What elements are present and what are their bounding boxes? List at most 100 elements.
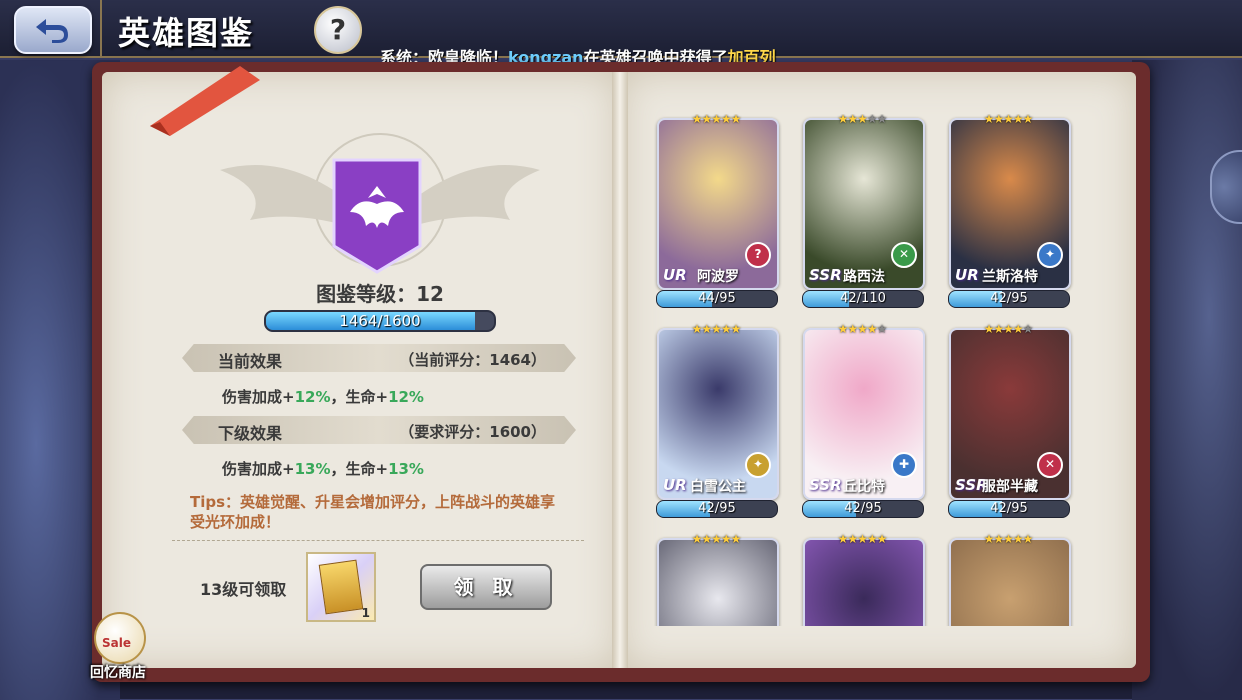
hero-progress-bar: 42/95 (948, 290, 1070, 308)
current-effect-header: 当前效果 （当前评分：1464） (182, 344, 576, 372)
current-effect-text: 伤害加成+12%，生命+12% (222, 386, 424, 407)
hero-portrait-frame: SSR 路西法 ✕ (803, 118, 925, 290)
hero-progress-bar: 42/95 (802, 500, 924, 518)
star-icon: ★ (1012, 114, 1024, 126)
hero-progress-text: 42/95 (990, 501, 1028, 516)
hero-portrait-frame (949, 538, 1071, 626)
hero-card[interactable]: UR 兰斯洛特 ✦ ★★★★★ 42/95 (946, 114, 1071, 314)
star-icon: ★ (730, 114, 742, 126)
hero-stars: ★★★★★ (654, 114, 778, 126)
reward-label: 13级可领取 (200, 580, 287, 599)
star-icon: ★ (866, 322, 878, 336)
next-dmg-label: 伤害加成+ (222, 460, 295, 478)
hero-stars: ★★★★★ (946, 532, 1070, 546)
next-effect-header: 下级效果 （要求评分：1600） (182, 416, 576, 444)
hero-card[interactable]: SSR 丘比特 ✚ ★★★★★ 42/95 (800, 322, 925, 524)
hero-name: 服部半藏 (982, 479, 1038, 495)
reward-quantity: 1 (361, 606, 370, 620)
star-icon: ★ (866, 532, 878, 546)
hero-card[interactable]: SSR 服部半藏 ✕ ★★★★★ 42/95 (946, 322, 1071, 524)
hero-portrait-frame (803, 538, 925, 626)
hero-class-icon: ✦ (1037, 242, 1063, 268)
next-effect-title: 下级效果 (218, 424, 283, 443)
hero-card[interactable]: UR 白雪公主 ✦ ★★★★★ 42/95 (654, 322, 779, 524)
hero-progress-text: 42/110 (840, 291, 886, 306)
star-icon: ★ (837, 532, 849, 546)
star-icon: ★ (691, 114, 703, 126)
back-button[interactable] (14, 6, 92, 54)
star-icon: ★ (720, 114, 732, 126)
current-dmg-value: 12% (294, 388, 331, 406)
memory-shop-button[interactable]: Sale 回忆商店 (86, 612, 150, 692)
hero-card[interactable]: ★★★★★ (800, 532, 925, 626)
next-hp-label: ，生命+ (330, 460, 389, 478)
help-button[interactable]: ? (314, 6, 362, 54)
hero-portrait (805, 540, 923, 626)
star-icon: ★ (857, 322, 868, 336)
hero-portrait (951, 540, 1069, 626)
star-icon: ★ (993, 322, 1004, 336)
hero-progress-text: 42/95 (698, 501, 736, 516)
hero-stars: ★★★★★ (800, 532, 924, 546)
star-icon: ★ (701, 322, 712, 336)
hero-card[interactable]: ★★★★★ (946, 532, 1071, 626)
hero-card[interactable]: UR 阿波罗? ★★★★★ 44/95 (654, 114, 779, 314)
hero-stars: ★★★★★ (800, 322, 924, 336)
star-icon: ★ (857, 532, 868, 546)
star-icon: ★ (866, 114, 878, 126)
star-icon: ★ (993, 532, 1004, 546)
star-icon: ★ (876, 322, 888, 336)
hero-class-icon: ✚ (891, 452, 917, 478)
tips-text: Tips：英雄觉醒、升星会增加评分，上阵战斗的英雄享受光环加成！ (190, 493, 556, 531)
star-icon: ★ (857, 114, 868, 126)
star-icon: ★ (847, 532, 858, 546)
hero-progress-bar: 42/95 (656, 500, 778, 518)
hero-card[interactable]: ★★★★★ (654, 532, 779, 626)
page-title: 英雄图鉴 (118, 14, 255, 52)
star-icon: ★ (720, 532, 732, 546)
star-icon: ★ (1003, 114, 1014, 126)
hero-name: 阿波罗 (697, 269, 739, 285)
star-icon: ★ (983, 322, 995, 336)
star-icon: ★ (711, 322, 722, 336)
next-score: （要求评分：1600） (399, 423, 546, 441)
hero-portrait-frame: UR 白雪公主 ✦ (657, 328, 779, 500)
star-icon: ★ (993, 114, 1004, 126)
star-icon: ★ (1012, 532, 1024, 546)
hero-portrait (659, 540, 777, 626)
hero-progress-text: 42/95 (844, 501, 882, 516)
reward-item-card[interactable]: 1 (306, 552, 376, 622)
current-hp-label: ，生命+ (330, 388, 389, 406)
star-icon: ★ (837, 322, 849, 336)
hero-portrait-frame: SSR 丘比特 ✚ (803, 328, 925, 500)
star-icon: ★ (730, 532, 742, 546)
sale-badge: Sale (102, 636, 131, 650)
star-icon: ★ (730, 322, 742, 336)
star-icon: ★ (1022, 322, 1034, 336)
title-divider (100, 0, 102, 56)
star-icon: ★ (1022, 114, 1034, 126)
star-icon: ★ (847, 322, 858, 336)
hero-card[interactable]: SSR 路西法 ✕ ★★★★★ 42/110 (800, 114, 925, 314)
hero-name: 兰斯洛特 (982, 269, 1038, 285)
hero-progress-bar: 42/110 (802, 290, 924, 308)
star-icon: ★ (711, 114, 722, 126)
star-icon: ★ (983, 114, 995, 126)
current-effect-title: 当前效果 (218, 352, 283, 371)
next-effect-text: 伤害加成+13%，生命+13% (222, 458, 424, 479)
star-icon: ★ (983, 532, 995, 546)
star-icon: ★ (691, 532, 703, 546)
claim-button[interactable]: 领 取 (420, 564, 552, 610)
hero-name: 路西法 (843, 269, 885, 285)
hero-progress-bar: 42/95 (948, 500, 1070, 518)
hero-progress-text: 42/95 (990, 291, 1028, 306)
star-icon: ★ (837, 114, 849, 126)
ribbon-bookmark-icon (150, 66, 260, 136)
hero-portrait-frame (657, 538, 779, 626)
star-icon: ★ (1022, 532, 1034, 546)
current-hp-value: 12% (388, 388, 424, 406)
hero-portrait-frame: UR 兰斯洛特 ✦ (949, 118, 1071, 290)
shop-label: 回忆商店 (90, 665, 146, 681)
top-bar: 英雄图鉴 ? 系统：欧皇降临！kongzan在英雄召唤中获得了 加百列 (0, 0, 1242, 67)
hero-stars: ★★★★★ (800, 114, 924, 126)
